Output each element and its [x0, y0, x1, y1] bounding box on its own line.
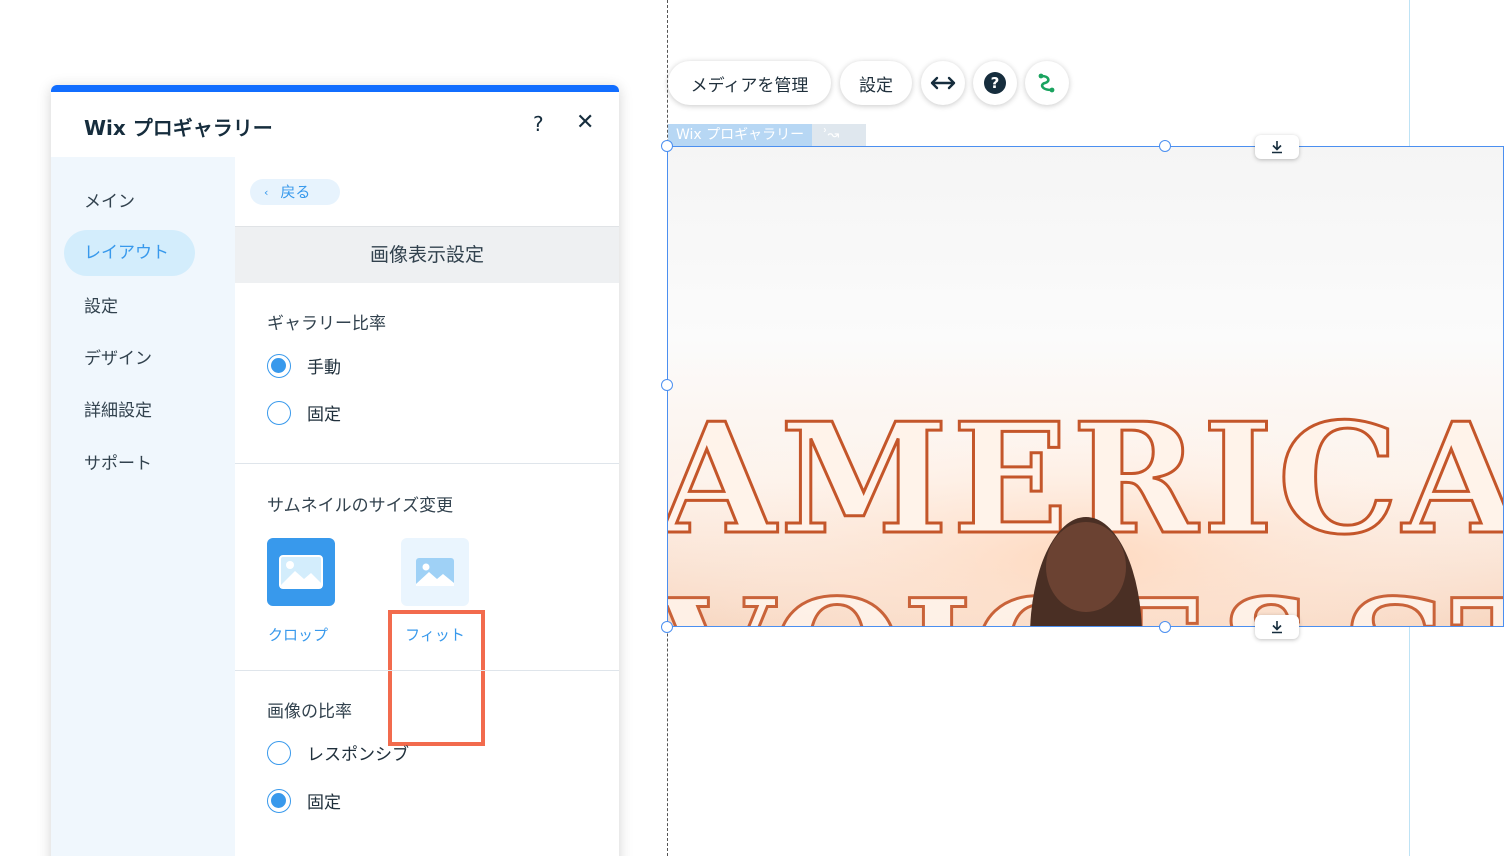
help-circle-button[interactable]: ? [973, 61, 1017, 105]
highlight-box [388, 610, 485, 746]
panel-content: ‹ 戻る 画像表示設定 ギャラリー比率 手動 固定 サムネイルのサイズ変更 クロッ [235, 157, 619, 856]
download-icon [1272, 621, 1282, 634]
question-icon: ? [984, 72, 1006, 94]
download-icon [1272, 141, 1282, 154]
help-button[interactable]: ? [533, 112, 544, 136]
panel-title: Wix プロギャラリー [84, 116, 273, 140]
svg-text:?: ? [991, 74, 1000, 92]
animation-button[interactable] [1025, 61, 1069, 105]
animation-small-icon: ʾ↝ [823, 127, 840, 143]
gallery-image[interactable]: AMERICA VOICE&STATE [667, 146, 1504, 627]
gallery-settings-panel: Wix プロギャラリー ? ✕ メイン レイアウト 設定 デザイン 詳細設定 サ… [51, 85, 619, 856]
radio-label: 手動 [307, 358, 341, 378]
chevron-left-icon: ‹ [264, 186, 269, 199]
radio-circle-selected [267, 788, 291, 813]
radio-gallery-ratio-fixed[interactable]: 固定 [267, 400, 341, 425]
divider [235, 670, 619, 671]
section-title: 画像表示設定 [369, 244, 484, 266]
nav-item-advanced[interactable]: 詳細設定 [84, 396, 152, 421]
stretch-top-button[interactable] [1255, 135, 1299, 159]
manage-media-button[interactable]: メディアを管理 [668, 61, 831, 105]
thumbnail-resize-label: サムネイルのサイズ変更 [267, 496, 454, 516]
panel-top-accent [51, 85, 619, 92]
settings-button[interactable]: 設定 [840, 61, 912, 105]
radio-label: レスポンシブ [307, 745, 409, 765]
nav-item-main[interactable]: メイン [84, 187, 135, 212]
radio-label: 固定 [307, 793, 341, 813]
back-button[interactable]: ‹ 戻る [250, 179, 340, 205]
resize-handle-top[interactable] [1159, 140, 1171, 152]
nav-item-support[interactable]: サポート [84, 449, 152, 474]
neon-sign-image: AMERICA VOICE&STATE [668, 347, 1503, 626]
nav-item-settings[interactable]: 設定 [84, 292, 118, 317]
back-label: 戻る [280, 183, 311, 201]
nav-item-layout[interactable]: レイアウト [64, 230, 195, 276]
radio-circle [267, 400, 291, 425]
radio-image-ratio-responsive[interactable]: レスポンシブ [267, 740, 409, 765]
gallery-tag-label: Wix プロギャラリー [668, 124, 813, 146]
crop-label: クロップ [267, 626, 328, 644]
image-ratio-label: 画像の比率 [267, 702, 352, 722]
stretch-arrows-icon [930, 76, 956, 90]
radio-gallery-ratio-manual[interactable]: 手動 [267, 353, 341, 378]
radio-image-ratio-fixed[interactable]: 固定 [267, 788, 341, 813]
nav-item-design[interactable]: デザイン [84, 344, 152, 369]
stretch-button[interactable] [921, 61, 965, 105]
divider [235, 463, 619, 464]
section-header: 画像表示設定 [235, 226, 619, 283]
thumbnail-option-crop[interactable]: クロップ [267, 538, 335, 645]
resize-handle-bottom-left[interactable] [661, 621, 673, 633]
panel-nav: メイン レイアウト 設定 デザイン 詳細設定 サポート [51, 157, 235, 856]
stretch-bottom-button[interactable] [1255, 615, 1299, 639]
close-button[interactable]: ✕ [576, 110, 594, 135]
radio-circle [267, 740, 291, 765]
animation-path-icon [1038, 73, 1055, 93]
resize-handle-bottom[interactable] [1159, 621, 1171, 633]
radio-circle-selected [267, 353, 291, 378]
gallery-ratio-label: ギャラリー比率 [267, 314, 386, 334]
panel-header: Wix プロギャラリー ? ✕ [51, 92, 619, 157]
radio-label: 固定 [307, 405, 341, 425]
resize-handle-left[interactable] [661, 379, 673, 391]
resize-handle-top-left[interactable] [661, 140, 673, 152]
image-fit-icon [401, 538, 469, 606]
image-crop-icon [267, 538, 335, 606]
gallery-element-tag[interactable]: Wix プロギャラリー ʾ↝ [668, 124, 866, 146]
